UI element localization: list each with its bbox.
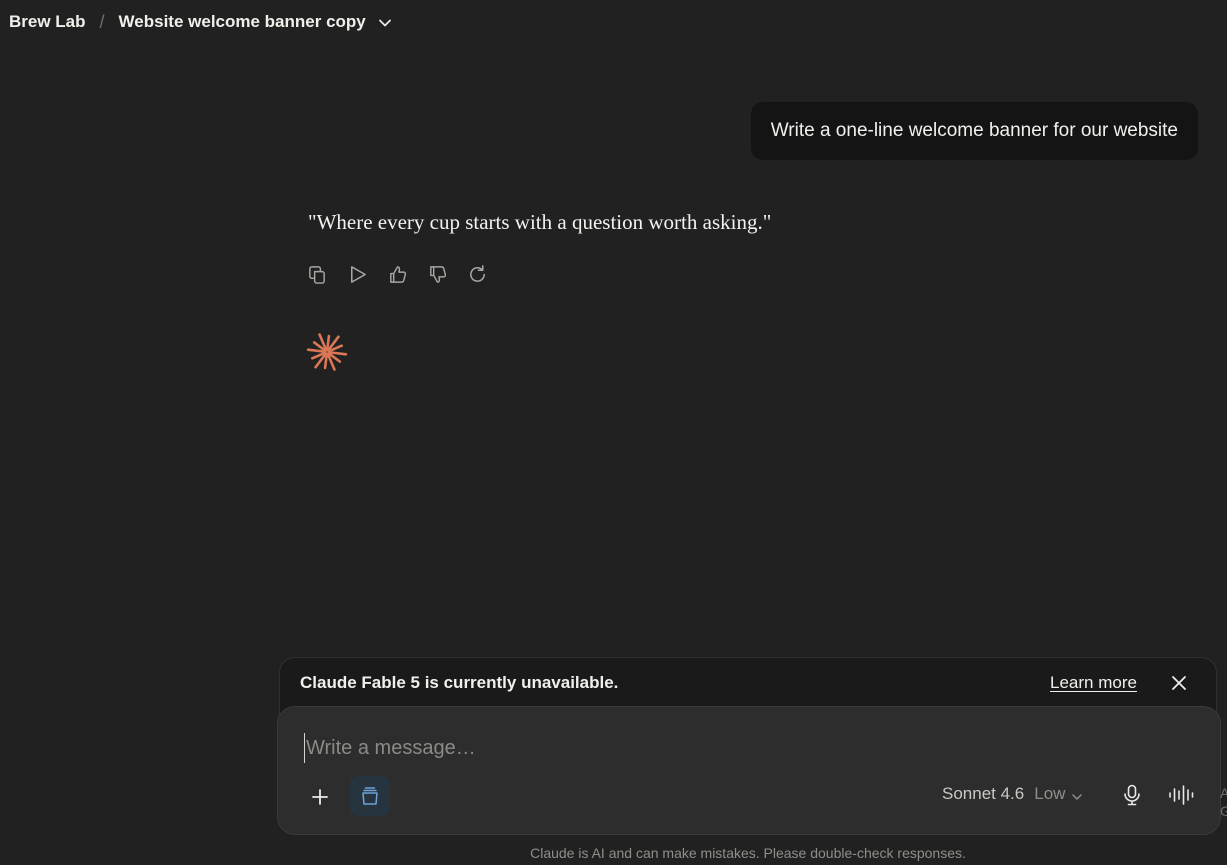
play-icon[interactable]: [346, 263, 368, 285]
learn-more-link[interactable]: Learn more: [1050, 673, 1137, 693]
clipped-side-line-2: G: [1220, 803, 1227, 819]
microphone-icon[interactable]: [1120, 783, 1144, 807]
breadcrumb: Brew Lab / Website welcome banner copy: [9, 10, 392, 34]
model-selector[interactable]: Sonnet 4.6 Low: [942, 784, 1083, 804]
chevron-down-icon: [1071, 788, 1083, 800]
model-effort: Low: [1034, 784, 1066, 803]
voice-mode-icon[interactable]: [1168, 783, 1196, 807]
message-actions: [306, 263, 488, 285]
assistant-message: "Where every cup starts with a question …: [308, 210, 772, 234]
clipped-side-text: A G: [1220, 784, 1227, 820]
thumbs-up-icon[interactable]: [386, 263, 408, 285]
claude-spark-icon: [306, 331, 348, 373]
user-message: Write a one-line welcome banner for our …: [750, 102, 1198, 160]
copy-icon[interactable]: [306, 263, 328, 285]
retry-icon[interactable]: [466, 263, 488, 285]
notice-text: Claude Fable 5 is currently unavailable.: [300, 673, 619, 692]
disclaimer: Claude is AI and can make mistakes. Plea…: [530, 845, 966, 861]
model-name: Sonnet 4.6: [942, 784, 1025, 803]
conversation-title[interactable]: Website welcome banner copy: [119, 12, 366, 32]
thumbs-down-icon[interactable]: [426, 263, 448, 285]
clipped-side-line-1: A: [1220, 785, 1227, 801]
message-input[interactable]: [304, 733, 1168, 763]
project-knowledge-icon[interactable]: [350, 776, 390, 816]
breadcrumb-project[interactable]: Brew Lab: [9, 12, 86, 32]
user-message-text: Write a one-line welcome banner for our …: [770, 120, 1178, 141]
chevron-down-icon[interactable]: [378, 15, 392, 29]
plus-icon[interactable]: [305, 782, 335, 812]
message-composer: Sonnet 4.6 Low: [277, 706, 1221, 835]
breadcrumb-separator: /: [99, 11, 105, 32]
close-icon[interactable]: [1170, 674, 1188, 692]
